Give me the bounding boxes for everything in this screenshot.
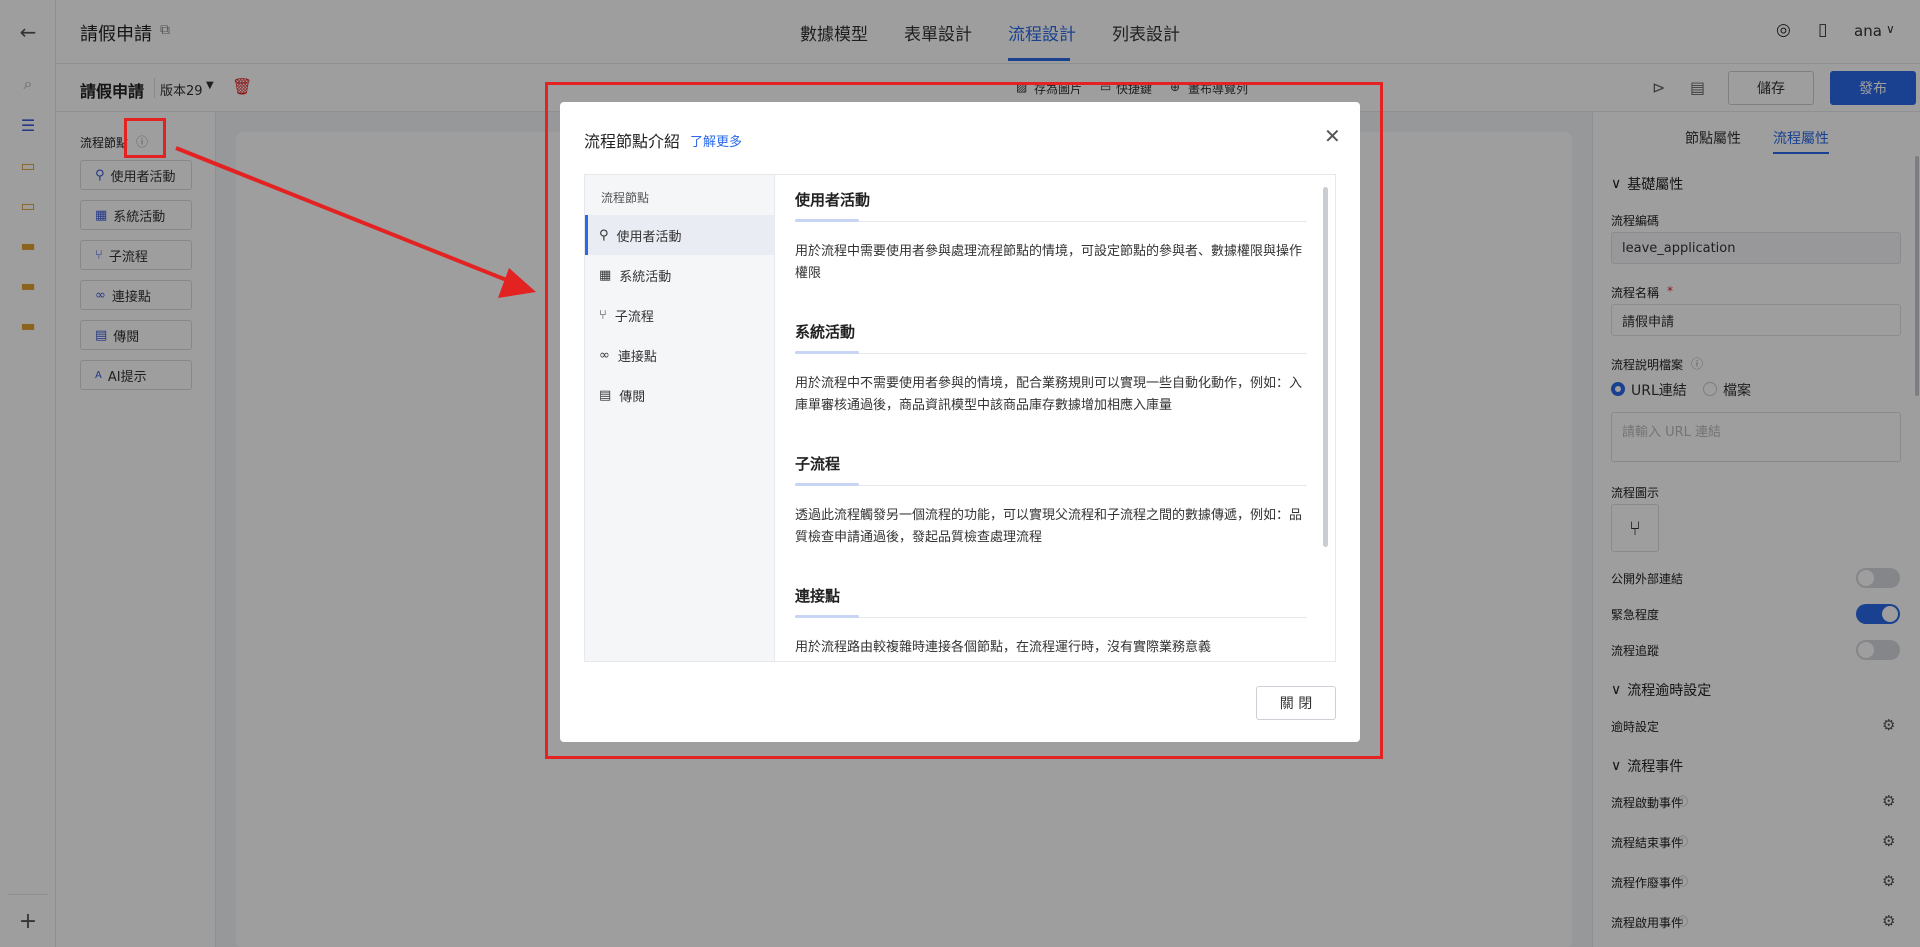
annotation-arrow xyxy=(175,146,536,298)
